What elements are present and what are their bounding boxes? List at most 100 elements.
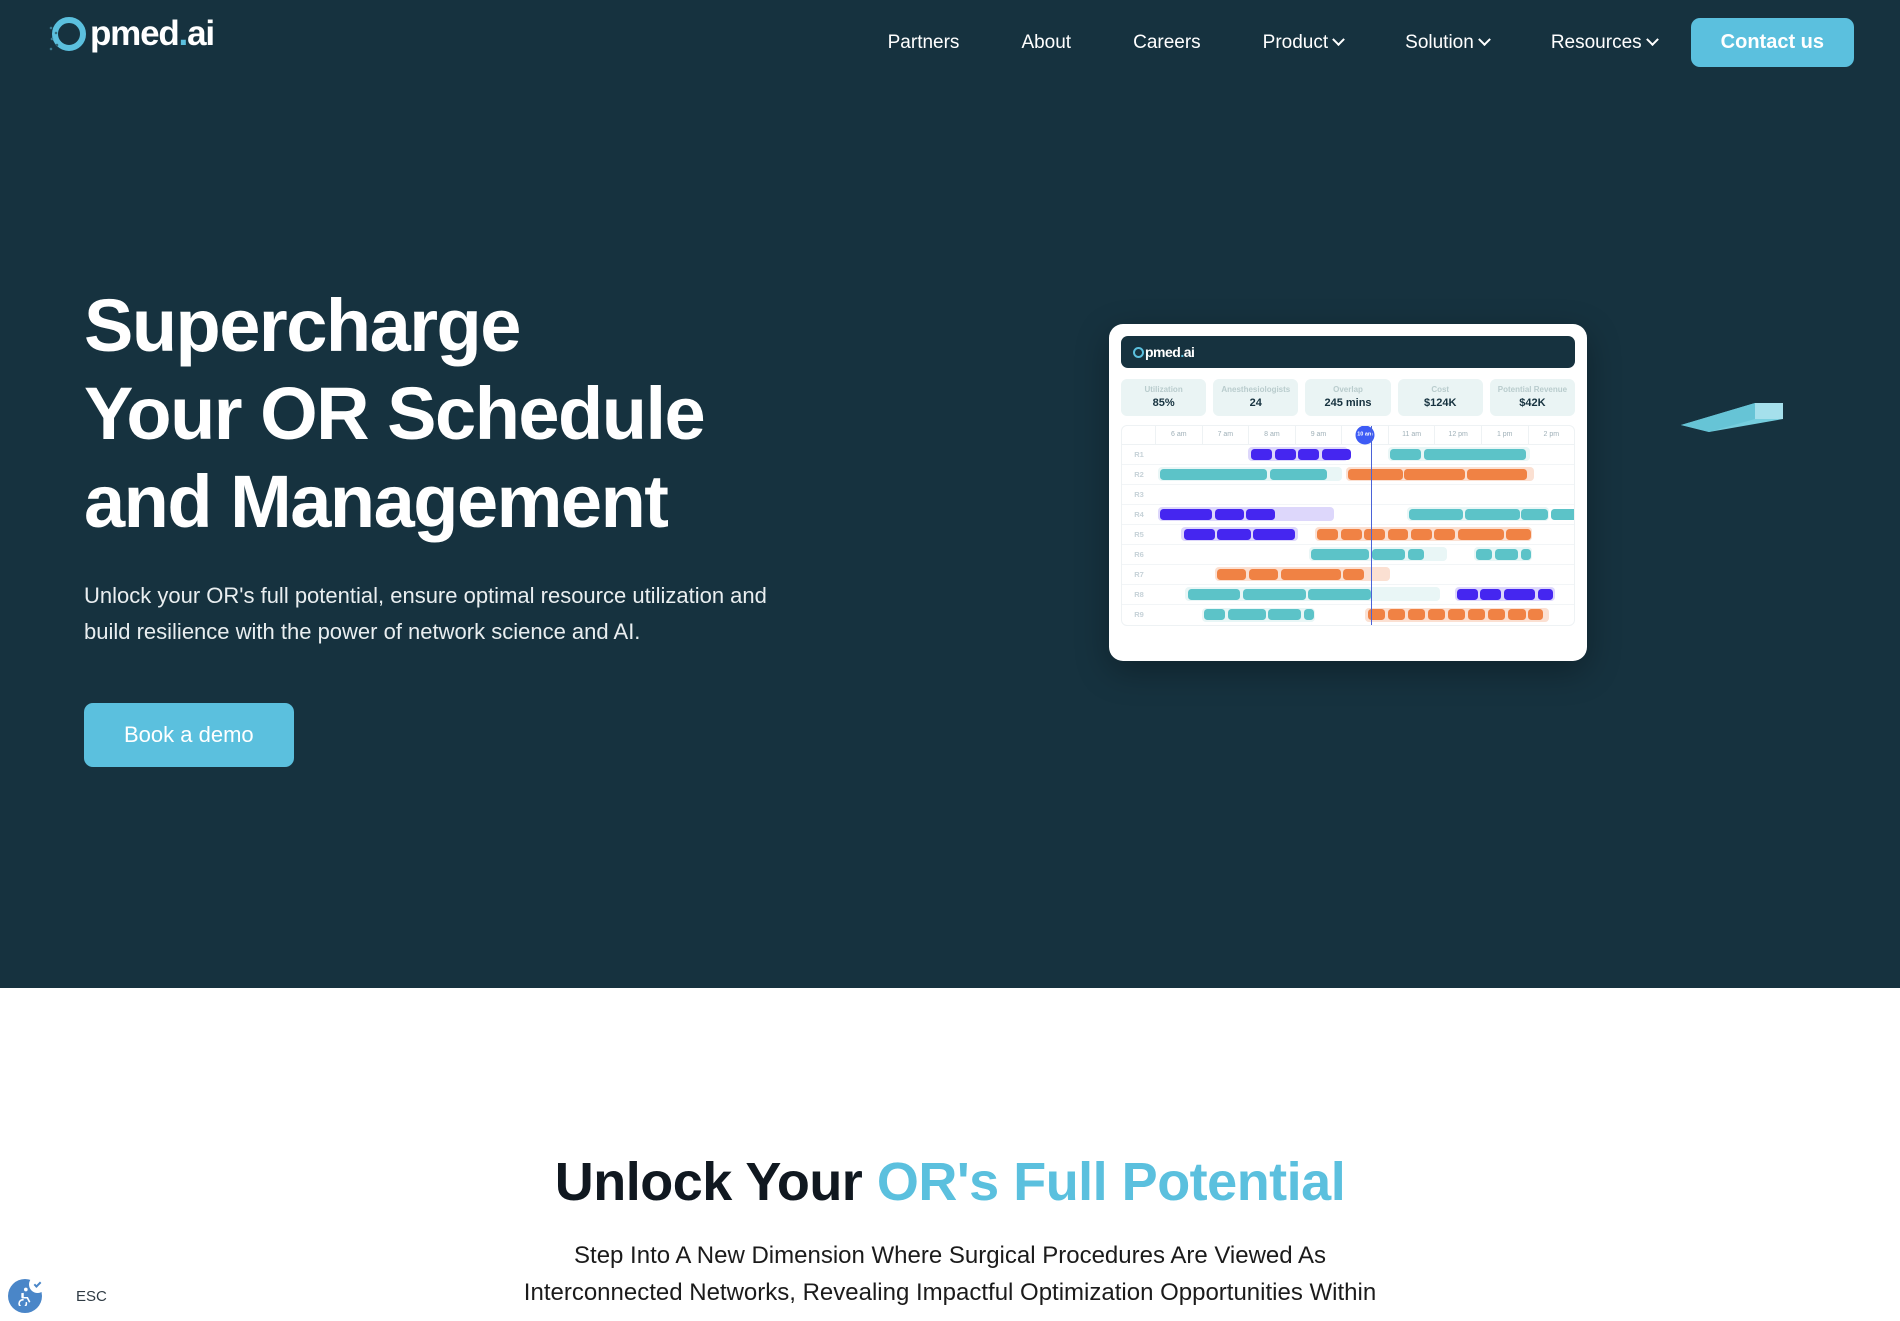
schedule-block[interactable]	[1447, 609, 1466, 621]
nav-links: Partners About Careers Product Solution …	[0, 0, 1900, 85]
hero-title-line-3: and Management	[84, 460, 669, 544]
nav-item-solution[interactable]: Solution	[1405, 32, 1491, 54]
time-label-1pm: 1 pm	[1482, 425, 1529, 444]
schedule-block[interactable]	[1480, 588, 1502, 600]
schedule-block[interactable]	[1467, 609, 1486, 621]
nav-item-product[interactable]: Product	[1263, 32, 1346, 54]
schedule-block[interactable]	[1269, 468, 1328, 480]
accessibility-icon[interactable]	[8, 1276, 46, 1313]
esc-label: ESC	[76, 1287, 107, 1305]
kpi-card-overlap: Overlap 245 mins	[1305, 379, 1391, 416]
time-axis-spacer	[1122, 425, 1156, 444]
nav-item-about[interactable]: About	[1021, 32, 1071, 54]
schedule-block[interactable]	[1528, 609, 1543, 621]
kpi-card-utilization: Utilization 85%	[1121, 379, 1207, 416]
nav-item-label: Resources	[1550, 31, 1642, 53]
schedule-block[interactable]	[1407, 548, 1425, 560]
schedule-block[interactable]	[1187, 588, 1241, 600]
hero-copy: Supercharge Your OR Schedule and Managem…	[84, 282, 864, 768]
schedule-track	[1156, 564, 1574, 584]
schedule-row: R9	[1122, 605, 1574, 625]
schedule-block[interactable]	[1242, 588, 1306, 600]
schedule-block[interactable]	[1550, 508, 1574, 520]
nav-item-partners[interactable]: Partners	[888, 32, 960, 54]
schedule-block[interactable]	[1538, 588, 1554, 600]
schedule-block[interactable]	[1251, 448, 1273, 460]
wedge-top	[1681, 403, 1755, 432]
schedule-block[interactable]	[1317, 528, 1339, 540]
chevron-down-icon	[1645, 33, 1659, 47]
schedule-block[interactable]	[1475, 548, 1493, 560]
nav-item-careers[interactable]: Careers	[1133, 32, 1201, 54]
hero-title-line-2: Your OR Schedule	[84, 372, 706, 456]
schedule-row: R5	[1122, 525, 1574, 545]
dashboard-titlebar: pmed.ai	[1121, 336, 1575, 368]
schedule-block[interactable]	[1280, 568, 1342, 580]
schedule-block[interactable]	[1427, 609, 1446, 621]
schedule-block[interactable]	[1268, 609, 1302, 621]
schedule-row: R1	[1122, 445, 1574, 465]
schedule-block[interactable]	[1457, 528, 1504, 540]
book-a-demo-button[interactable]: Book a demo	[84, 703, 294, 768]
schedule-block[interactable]	[1303, 609, 1315, 621]
schedule-row: R7	[1122, 565, 1574, 585]
schedule-block[interactable]	[1253, 528, 1296, 540]
row-label-r3: R3	[1134, 489, 1144, 499]
schedule-block[interactable]	[1407, 609, 1426, 621]
schedule-block[interactable]	[1434, 528, 1456, 540]
schedule-block[interactable]	[1408, 508, 1464, 520]
schedule-block[interactable]	[1371, 548, 1406, 560]
schedule-block[interactable]	[1404, 468, 1465, 480]
schedule-block[interactable]	[1364, 528, 1386, 540]
schedule-block[interactable]	[1217, 568, 1247, 580]
schedule-block[interactable]	[1387, 609, 1406, 621]
kpi-value: 245 mins	[1324, 396, 1372, 409]
schedule-block[interactable]	[1310, 548, 1370, 560]
section-subtitle-line-1: Step Into A New Dimension Where Surgical…	[574, 1242, 1326, 1269]
schedule-block[interactable]	[1387, 528, 1409, 540]
schedule-block[interactable]	[1521, 508, 1549, 520]
schedule-block[interactable]	[1503, 588, 1536, 600]
schedule-block[interactable]	[1298, 448, 1319, 460]
schedule-block[interactable]	[1456, 588, 1478, 600]
schedule-block[interactable]	[1343, 568, 1365, 580]
row-label-r7: R7	[1134, 569, 1144, 579]
schedule-block[interactable]	[1183, 528, 1215, 540]
contact-us-button[interactable]: Contact us	[1690, 18, 1854, 67]
time-axis: 6 am 7 am 8 am 9 am 10 am 11 am 12 pm 1 …	[1122, 425, 1574, 445]
schedule-block[interactable]	[1274, 448, 1296, 460]
schedule-block[interactable]	[1465, 508, 1520, 520]
schedule-block[interactable]	[1390, 448, 1421, 460]
schedule-track	[1156, 605, 1574, 625]
schedule-block[interactable]	[1204, 609, 1226, 621]
schedule-block[interactable]	[1506, 528, 1532, 540]
schedule-block[interactable]	[1423, 448, 1526, 460]
schedule-block[interactable]	[1487, 609, 1506, 621]
chevron-down-icon	[1332, 33, 1346, 47]
schedule-block[interactable]	[1215, 508, 1244, 520]
nav-item-resources[interactable]: Resources	[1550, 31, 1659, 54]
hero-subtitle: Unlock your OR's full potential, ensure …	[84, 583, 767, 644]
schedule-block[interactable]	[1227, 609, 1266, 621]
schedule-block[interactable]	[1248, 568, 1279, 580]
nav-item-label: About	[1021, 31, 1072, 53]
schedule-block[interactable]	[1466, 468, 1528, 480]
schedule-block[interactable]	[1340, 528, 1362, 540]
schedule-block[interactable]	[1410, 528, 1432, 540]
schedule-block[interactable]	[1507, 609, 1526, 621]
schedule-block[interactable]	[1348, 468, 1403, 480]
kpi-label: Utilization	[1144, 385, 1183, 394]
schedule-block[interactable]	[1308, 588, 1371, 600]
schedule-block[interactable]	[1246, 508, 1275, 520]
row-label-r2: R2	[1134, 469, 1144, 479]
section-title-accent: OR's Full Potential	[876, 1152, 1346, 1212]
schedule-block[interactable]	[1160, 508, 1213, 520]
schedule-block[interactable]	[1217, 528, 1252, 540]
schedule-block[interactable]	[1495, 548, 1519, 560]
kpi-label: Potential Revenue	[1497, 385, 1568, 394]
schedule-block[interactable]	[1160, 468, 1267, 480]
schedule-block[interactable]	[1520, 548, 1532, 560]
schedule-block[interactable]	[1321, 448, 1351, 460]
row-label-r4: R4	[1134, 509, 1144, 519]
kpi-label: Anesthesiologists	[1221, 385, 1291, 394]
